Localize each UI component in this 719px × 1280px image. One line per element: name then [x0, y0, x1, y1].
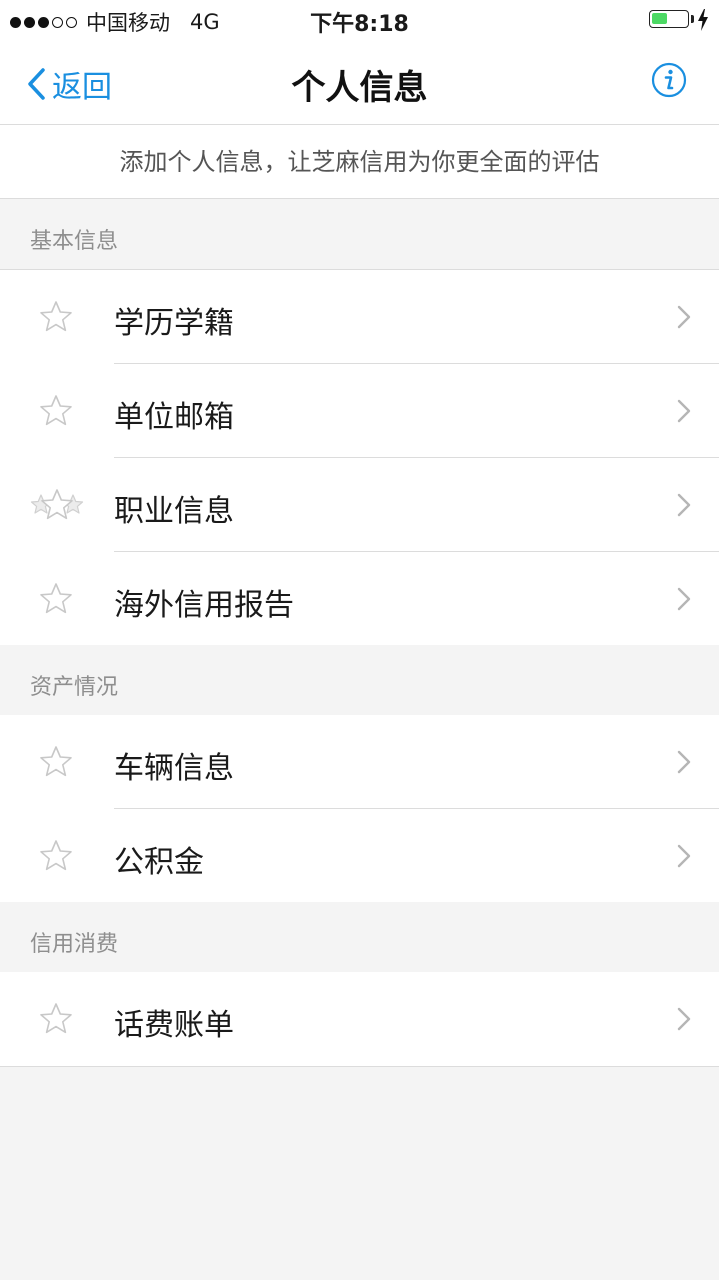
list-item-label: 车辆信息 — [114, 751, 234, 786]
section-group-assets: 车辆信息 公积金 — [0, 715, 719, 904]
navigation-bar: 返回 个人信息 — [0, 40, 719, 125]
list-item-label: 单位邮箱 — [114, 400, 234, 435]
battery-nub — [691, 15, 694, 23]
battery-icon — [649, 10, 689, 28]
section-header-basic: 基本信息 — [0, 199, 719, 270]
section-title: 信用消费 — [30, 932, 119, 957]
list-item-vehicle[interactable]: 车辆信息 — [0, 715, 719, 809]
section-header-assets: 资产情况 — [0, 645, 719, 716]
charging-bolt-icon — [698, 9, 708, 31]
stars-multi-icon — [30, 489, 84, 520]
list-item-housing-fund[interactable]: 公积金 — [0, 809, 719, 903]
star-outline-icon — [40, 583, 72, 614]
back-button[interactable]: 返回 — [26, 62, 112, 106]
section-title: 基本信息 — [30, 229, 119, 254]
chevron-right-icon — [677, 493, 691, 517]
section-group-credit-consumption: 话费账单 — [0, 972, 719, 1067]
status-bar: 中国移动 4G 下午8:18 — [0, 0, 719, 40]
star-outline-icon — [40, 301, 72, 332]
list-item-overseas-credit[interactable]: 海外信用报告 — [0, 552, 719, 646]
chevron-right-icon — [677, 1007, 691, 1031]
chevron-right-icon — [677, 750, 691, 774]
back-label: 返回 — [52, 70, 112, 105]
list-item-label: 公积金 — [114, 845, 204, 880]
list-item-label: 海外信用报告 — [114, 588, 294, 623]
star-outline-icon — [40, 1003, 72, 1034]
star-outline-icon — [40, 840, 72, 871]
chevron-right-icon — [677, 399, 691, 423]
section-group-basic: 学历学籍 单位邮箱 职业信息 海外信用报告 — [0, 270, 719, 647]
list-item-work-email[interactable]: 单位邮箱 — [0, 364, 719, 458]
list-item-phone-bill[interactable]: 话费账单 — [0, 972, 719, 1066]
battery-level-fill — [652, 13, 667, 24]
chevron-right-icon — [677, 844, 691, 868]
section-title: 资产情况 — [30, 675, 119, 700]
chevron-left-icon — [28, 68, 45, 100]
star-outline-icon — [40, 395, 72, 426]
star-outline-icon — [40, 746, 72, 777]
list-item-label: 职业信息 — [114, 494, 234, 529]
chevron-right-icon — [677, 587, 691, 611]
list-item-education[interactable]: 学历学籍 — [0, 270, 719, 364]
info-circle-icon[interactable] — [651, 62, 687, 98]
chevron-right-icon — [677, 305, 691, 329]
section-header-credit-consumption: 信用消费 — [0, 902, 719, 973]
list-item-label: 话费账单 — [114, 1008, 234, 1043]
list-item-label: 学历学籍 — [114, 306, 234, 341]
hint-banner: 添加个人信息，让芝麻信用为你更全面的评估 — [0, 125, 719, 199]
status-time: 下午8:18 — [310, 12, 409, 37]
list-item-occupation[interactable]: 职业信息 — [0, 458, 719, 552]
